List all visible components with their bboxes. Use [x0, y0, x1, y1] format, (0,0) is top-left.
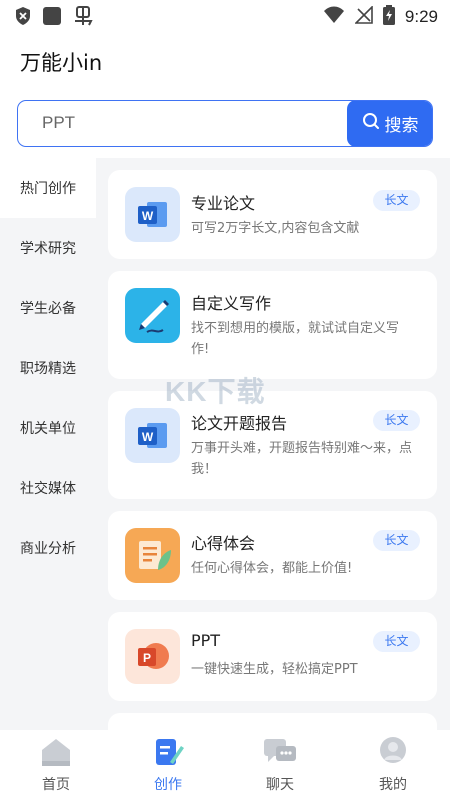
- nav-home[interactable]: 首页: [16, 736, 96, 794]
- template-card[interactable]: 自定义写作 找不到想用的模版，就试试自定义写作!: [108, 271, 437, 379]
- category-social[interactable]: 社交媒体: [0, 458, 96, 518]
- template-card[interactable]: W 专业论文 可写2万字长文,内容包含文献 长文: [108, 170, 437, 259]
- no-signal-icon: [353, 5, 373, 28]
- status-bar: 9:29: [0, 0, 450, 34]
- card-title: 自定义写作: [191, 294, 272, 313]
- nav-label: 我的: [379, 777, 407, 793]
- long-text-badge: 长文: [373, 530, 420, 551]
- card-description: 万事开头难，开题报告特别难～来，点我！: [191, 441, 413, 477]
- status-time: 9:29: [404, 7, 438, 26]
- app-square-icon: [42, 6, 62, 30]
- category-label: 职场精选: [20, 361, 76, 377]
- nav-create[interactable]: 创作: [128, 736, 208, 794]
- long-text-badge: 长文: [373, 410, 420, 431]
- create-icon: [150, 739, 186, 772]
- page-title: 万能小in: [20, 51, 103, 75]
- nav-profile[interactable]: 我的: [353, 736, 433, 794]
- chat-icon: [262, 739, 298, 772]
- template-card[interactable]: [108, 713, 437, 730]
- card-description: 可写2万字长文,内容包含文献: [191, 221, 360, 236]
- home-icon: [38, 739, 74, 772]
- category-sidebar: 热门创作 学术研究 学生必备 职场精选 机关单位 社交媒体 商业分析: [0, 158, 96, 730]
- template-card[interactable]: W 论文开题报告 万事开头难，开题报告特别难～来，点我！ 长文: [108, 391, 437, 499]
- nav-label: 聊天: [266, 777, 294, 793]
- category-business[interactable]: 商业分析: [0, 518, 96, 578]
- search-button[interactable]: 搜索: [347, 101, 432, 146]
- long-text-badge: 长文: [373, 631, 420, 652]
- category-label: 学生必备: [20, 301, 76, 317]
- category-label: 社交媒体: [20, 481, 76, 497]
- card-description: 一键快速生成，轻松搞定PPT: [191, 662, 358, 677]
- battery-charging-icon: [382, 5, 395, 29]
- template-card[interactable]: P PPT 一键快速生成，轻松搞定PPT 长文: [108, 612, 437, 701]
- profile-icon: [375, 737, 411, 772]
- nav-chat[interactable]: 聊天: [240, 736, 320, 794]
- card-title: 论文开题报告: [191, 414, 288, 433]
- category-label: 学术研究: [20, 241, 76, 257]
- powerpoint-icon: P: [125, 629, 180, 684]
- nav-label: 创作: [154, 777, 182, 793]
- nav-label: 首页: [42, 777, 70, 793]
- category-label: 机关单位: [20, 421, 76, 437]
- search-button-label: 搜索: [384, 116, 419, 136]
- search-icon: [362, 112, 380, 135]
- shield-icon: [14, 6, 32, 30]
- search-input[interactable]: PPT: [42, 113, 75, 133]
- watermark: KK下载: [165, 376, 266, 407]
- svg-text:W: W: [142, 430, 154, 444]
- bottom-nav: 首页 创作 聊天 我的: [0, 730, 450, 800]
- bug-icon: [72, 5, 94, 31]
- template-list: W 专业论文 可写2万字长文,内容包含文献 长文 自定义写作 找不到想用的模版，…: [96, 158, 450, 730]
- card-title: 心得体会: [191, 534, 256, 553]
- category-workplace[interactable]: 职场精选: [0, 338, 96, 398]
- card-title: PPT: [191, 631, 221, 650]
- word-icon: W: [125, 408, 180, 463]
- card-description: 任何心得体会，都能上价值!: [191, 561, 353, 576]
- card-description: 找不到想用的模版，就试试自定义写作!: [191, 321, 400, 357]
- wifi-icon: [323, 6, 345, 28]
- category-hot[interactable]: 热门创作: [0, 158, 96, 218]
- svg-text:W: W: [142, 209, 154, 223]
- word-icon: W: [125, 187, 180, 242]
- search-bar[interactable]: PPT 搜索: [17, 100, 433, 147]
- notes-leaf-icon: [125, 528, 180, 583]
- category-student[interactable]: 学生必备: [0, 278, 96, 338]
- category-label: 热门创作: [20, 181, 76, 197]
- category-academic[interactable]: 学术研究: [0, 218, 96, 278]
- category-government[interactable]: 机关单位: [0, 398, 96, 458]
- svg-text:P: P: [143, 651, 151, 665]
- long-text-badge: 长文: [373, 190, 420, 211]
- card-title: 专业论文: [191, 194, 256, 213]
- template-card[interactable]: 心得体会 任何心得体会，都能上价值! 长文: [108, 511, 437, 600]
- pen-writing-icon: [125, 288, 180, 343]
- category-label: 商业分析: [20, 541, 76, 557]
